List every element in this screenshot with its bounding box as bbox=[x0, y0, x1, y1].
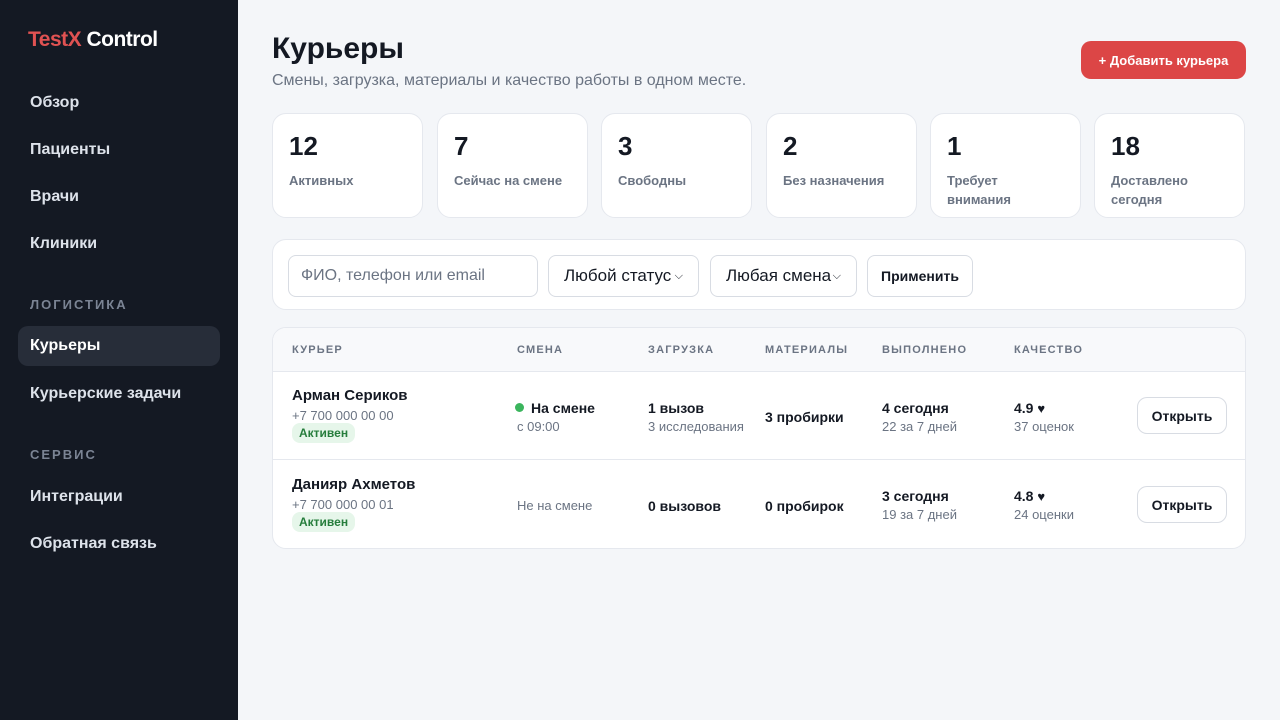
stat-value: 7 bbox=[454, 131, 469, 161]
chevron-down-icon: ⌵ bbox=[832, 269, 841, 282]
rating-number: 4.9 bbox=[1014, 400, 1034, 416]
heart-icon: ♥ bbox=[1037, 489, 1046, 504]
table-row: Данияр Ахметов +7 700 000 00 01 Активен … bbox=[273, 461, 1245, 548]
load-value: 0 вызовов bbox=[648, 498, 721, 514]
stat-label: Свободны bbox=[618, 173, 687, 188]
courier-name: Арман Сериков bbox=[292, 387, 408, 404]
stat-card-active: 12 Активных bbox=[272, 113, 423, 218]
sidebar-item-patients[interactable]: Пациенты bbox=[18, 130, 220, 170]
stat-card-free: 3 Свободны bbox=[601, 113, 752, 218]
sidebar-item-courier-tasks[interactable]: Курьерские задачи bbox=[18, 374, 220, 414]
shift-status: На смене bbox=[515, 400, 595, 416]
app-logo[interactable]: TestX Control bbox=[28, 28, 158, 52]
stat-value: 2 bbox=[783, 131, 798, 161]
stat-value: 3 bbox=[618, 131, 633, 161]
courier-phone: +7 700 000 00 01 bbox=[292, 497, 394, 512]
apply-button[interactable]: Применить bbox=[867, 255, 973, 297]
logo-control: Control bbox=[86, 28, 158, 51]
heart-icon: ♥ bbox=[1037, 401, 1046, 416]
status-select[interactable]: Любой статус ⌵ bbox=[548, 255, 699, 297]
done-value: 3 сегодня bbox=[882, 488, 949, 504]
done-value: 4 сегодня bbox=[882, 400, 949, 416]
logo-testx: TestX bbox=[28, 28, 82, 51]
column-header-load: ЗАГРУЗКА bbox=[648, 344, 715, 356]
sidebar-section-service: СЕРВИС bbox=[30, 447, 97, 462]
rating-value: 4.9 ♥ bbox=[1014, 400, 1045, 416]
rating-number: 4.8 bbox=[1014, 488, 1034, 504]
table-row: Арман Сериков +7 700 000 00 00 Активен Н… bbox=[273, 372, 1245, 460]
reviews-count: 24 оценки bbox=[1014, 507, 1074, 522]
stat-label: Без назначения bbox=[783, 173, 885, 188]
stat-value: 1 bbox=[947, 131, 962, 161]
chevron-down-icon: ⌵ bbox=[674, 269, 683, 282]
reviews-count: 37 оценок bbox=[1014, 419, 1074, 434]
column-header-materials: МАТЕРИАЛЫ bbox=[765, 344, 849, 356]
stat-label: Доставлено сегодня bbox=[1111, 173, 1188, 207]
stat-card-delivered-today: 18 Доставлено сегодня bbox=[1094, 113, 1245, 218]
materials-value: 3 пробирки bbox=[765, 409, 844, 425]
sidebar-item-overview[interactable]: Обзор bbox=[18, 83, 220, 123]
shift-status-label: На смене bbox=[531, 400, 595, 416]
rating-value: 4.8 ♥ bbox=[1014, 488, 1045, 504]
column-header-done: ВЫПОЛНЕНО bbox=[882, 344, 968, 356]
stat-card-unassigned: 2 Без назначения bbox=[766, 113, 917, 218]
status-select-value: Любой статус bbox=[564, 266, 672, 285]
shift-status: Не на смене bbox=[517, 498, 593, 513]
sidebar-item-integrations[interactable]: Интеграции bbox=[18, 477, 220, 517]
sidebar-item-doctors[interactable]: Врачи bbox=[18, 177, 220, 217]
shift-since: с 09:00 bbox=[517, 419, 560, 434]
column-header-quality: КАЧЕСТВО bbox=[1014, 344, 1084, 356]
open-courier-button[interactable]: Открыть bbox=[1137, 486, 1227, 523]
stat-value: 12 bbox=[289, 131, 318, 161]
couriers-table: КУРЬЕР СМЕНА ЗАГРУЗКА МАТЕРИАЛЫ ВЫПОЛНЕН… bbox=[272, 327, 1246, 549]
shift-select[interactable]: Любая смена ⌵ bbox=[710, 255, 857, 297]
page-subtitle: Смены, загрузка, материалы и качество ра… bbox=[272, 72, 747, 89]
courier-name: Данияр Ахметов bbox=[292, 476, 416, 493]
sidebar-section-logistics: ЛОГИСТИКА bbox=[30, 297, 128, 312]
status-badge: Активен bbox=[292, 423, 356, 443]
stat-card-on-shift: 7 Сейчас на смене bbox=[437, 113, 588, 218]
done-sub: 22 за 7 дней bbox=[882, 419, 957, 434]
courier-phone: +7 700 000 00 00 bbox=[292, 408, 394, 423]
filters-panel: Любой статус ⌵ Любая смена ⌵ Применить bbox=[272, 239, 1246, 310]
stat-label: Требует внимания bbox=[947, 173, 1011, 207]
sidebar-item-couriers[interactable]: Курьеры bbox=[18, 326, 220, 366]
status-dot-icon bbox=[515, 403, 524, 412]
status-badge-label: Активен bbox=[292, 423, 356, 443]
column-header-courier: КУРЬЕР bbox=[292, 344, 343, 356]
add-courier-button[interactable]: + Добавить курьера bbox=[1081, 41, 1246, 79]
sidebar-item-clinics[interactable]: Клиники bbox=[18, 224, 220, 264]
page-title: Курьеры bbox=[272, 32, 404, 65]
status-badge: Активен bbox=[292, 512, 356, 532]
done-sub: 19 за 7 дней bbox=[882, 507, 957, 522]
sidebar: TestX Control Обзор Пациенты Врачи Клини… bbox=[0, 0, 238, 720]
load-value: 1 вызов bbox=[648, 400, 705, 416]
stat-value: 18 bbox=[1111, 131, 1140, 161]
open-courier-button[interactable]: Открыть bbox=[1137, 397, 1227, 434]
status-badge-label: Активен bbox=[292, 512, 356, 532]
shift-select-value: Любая смена bbox=[726, 266, 832, 285]
stat-card-attention: 1 Требует внимания bbox=[930, 113, 1081, 218]
sidebar-item-feedback[interactable]: Обратная связь bbox=[18, 524, 220, 564]
table-header: КУРЬЕР СМЕНА ЗАГРУЗКА МАТЕРИАЛЫ ВЫПОЛНЕН… bbox=[273, 328, 1245, 372]
stat-label: Сейчас на смене bbox=[454, 173, 563, 188]
stat-label: Активных bbox=[289, 173, 354, 188]
column-header-shift: СМЕНА bbox=[517, 344, 564, 356]
search-input[interactable] bbox=[288, 255, 538, 297]
load-sub: 3 исследования bbox=[648, 419, 744, 434]
materials-value: 0 пробирок bbox=[765, 498, 844, 514]
